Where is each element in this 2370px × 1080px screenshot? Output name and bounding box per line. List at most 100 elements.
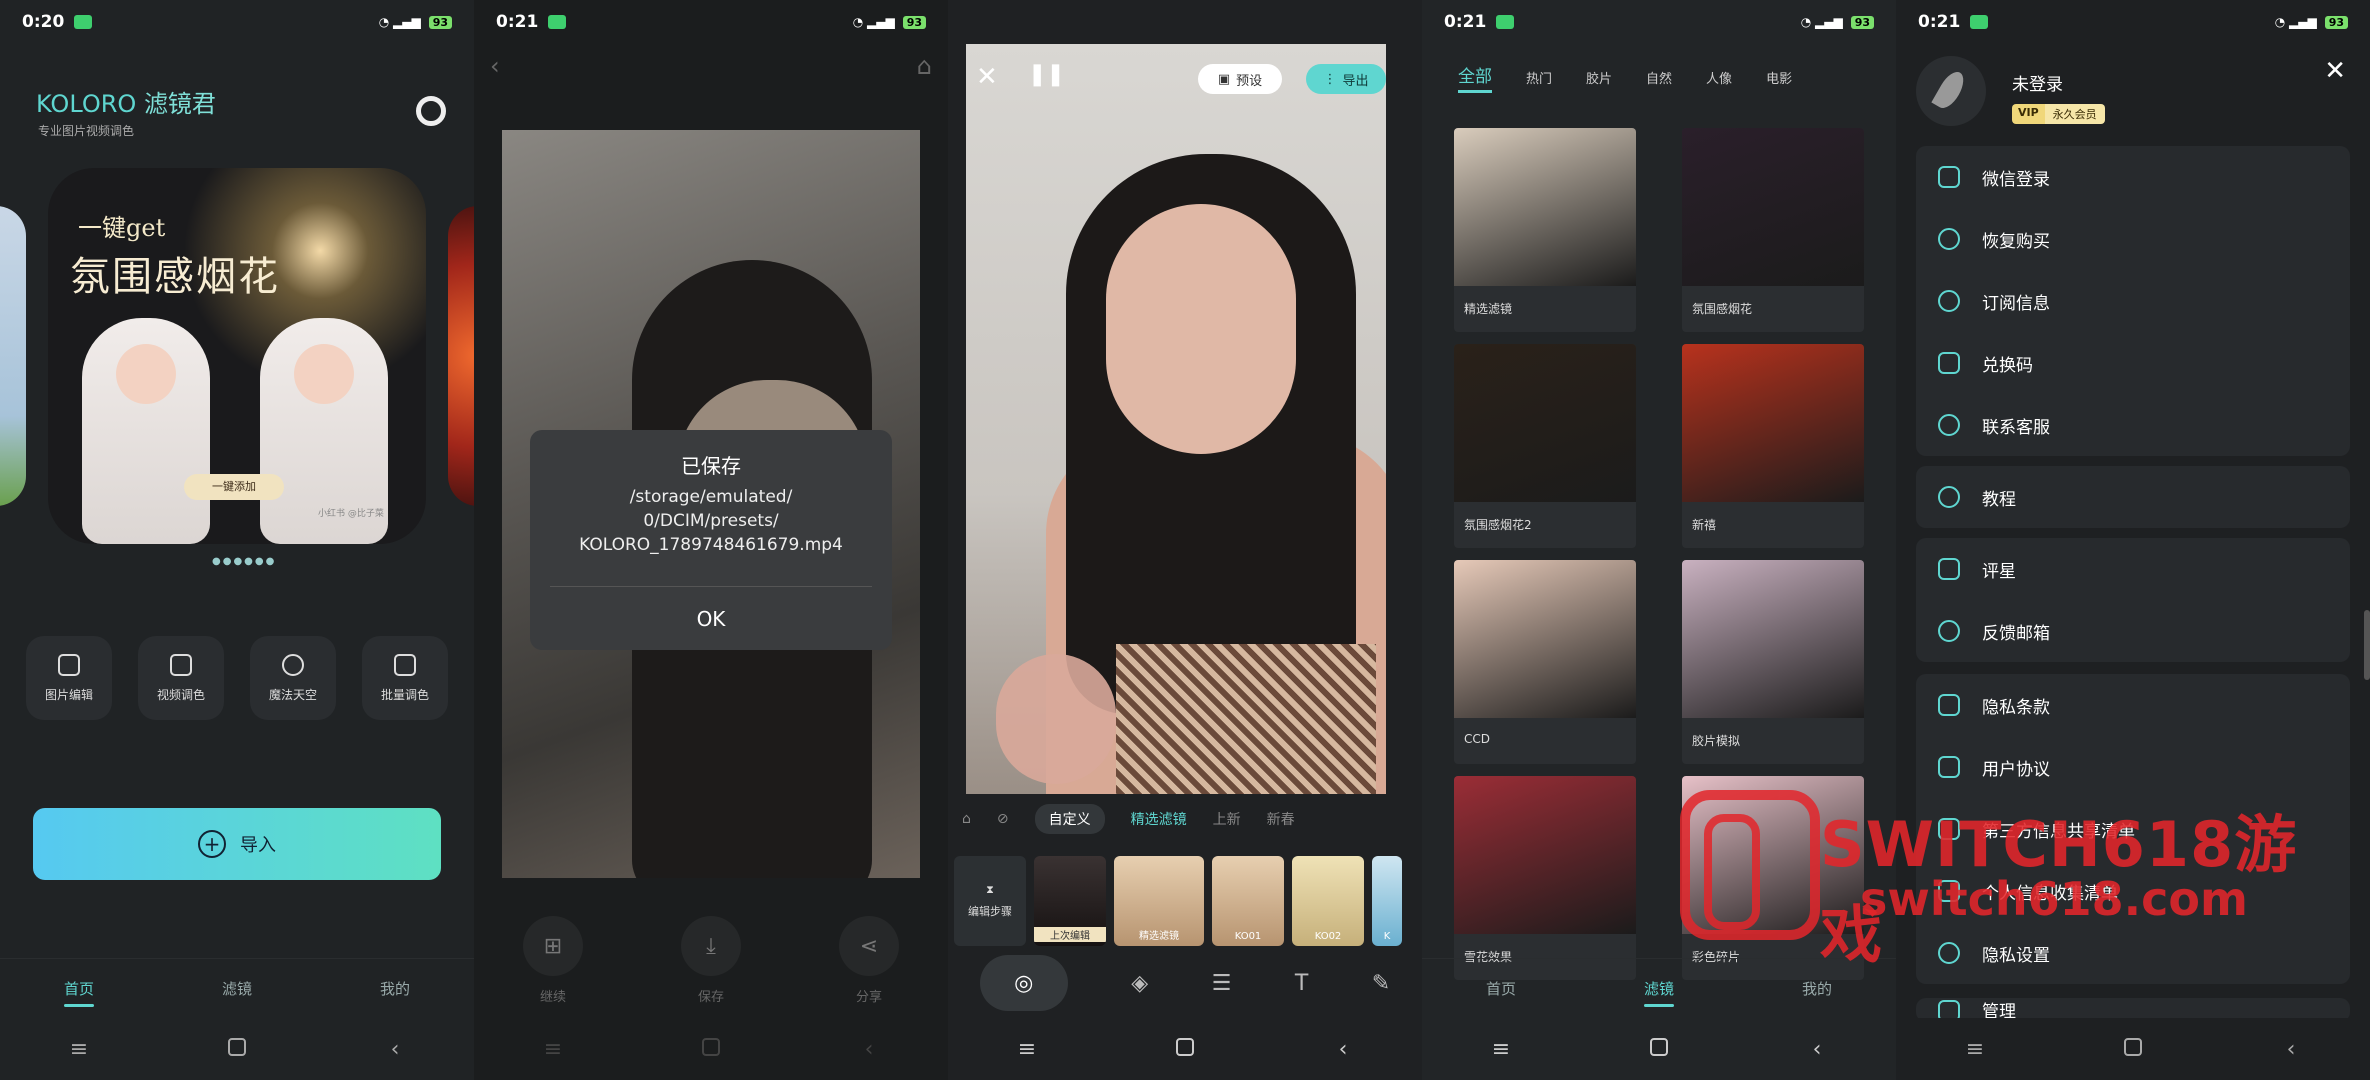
menu-feedback-email[interactable]: 反馈邮箱: [1916, 600, 2350, 662]
layers-icon[interactable]: ◈: [1131, 971, 1148, 996]
back-nav-icon[interactable]: ‹: [1787, 1037, 1847, 1062]
menu-support[interactable]: 联系客服: [1916, 394, 2350, 456]
home-nav-icon[interactable]: [207, 1037, 267, 1062]
banner-next-card[interactable]: [448, 206, 474, 506]
banner-add-button[interactable]: 一键添加: [184, 474, 284, 500]
home-nav-icon[interactable]: [681, 1037, 741, 1062]
store-icon[interactable]: ⌂: [962, 811, 971, 827]
back-nav-icon[interactable]: ‹: [2261, 1037, 2321, 1062]
filter-card[interactable]: 氛围感烟花2: [1454, 344, 1636, 548]
thumb-featured[interactable]: 精选滤镜: [1114, 856, 1204, 946]
category-portrait[interactable]: 人像: [1706, 68, 1732, 87]
dialog-ok-button[interactable]: OK: [550, 586, 872, 650]
status-icons: ◔ ▂▄▆ 93: [853, 15, 926, 29]
tool-magic-sky[interactable]: 魔法天空: [250, 636, 336, 720]
tab-home[interactable]: 首页: [63, 978, 95, 1007]
filter-card[interactable]: 彩色碎片: [1682, 776, 1864, 980]
tab-mine[interactable]: 我的: [380, 978, 410, 999]
menu-restore[interactable]: 恢复购买: [1916, 208, 2350, 270]
filter-card[interactable]: 雪花效果: [1454, 776, 1636, 980]
menu-scrollbar[interactable]: [2364, 610, 2370, 680]
back-nav-icon[interactable]: ‹: [365, 1037, 425, 1062]
export-button[interactable]: ⋮ 导出: [1306, 64, 1386, 94]
menu-third-party[interactable]: 第三方信息共享清单: [1916, 798, 2350, 860]
filter-card[interactable]: CCD: [1454, 560, 1636, 764]
continue-button[interactable]: ⊞ 继续: [523, 916, 583, 1005]
thumb-ko01[interactable]: KO01: [1212, 856, 1284, 946]
tab-new[interactable]: 上新: [1213, 809, 1241, 829]
thumb-k[interactable]: K: [1372, 856, 1402, 946]
text-icon[interactable]: T: [1295, 971, 1308, 996]
tool-batch-grade[interactable]: 批量调色: [362, 636, 448, 720]
filter-card[interactable]: 氛围感烟花: [1682, 128, 1864, 332]
menu-privacy-settings[interactable]: 隐私设置: [1916, 922, 2350, 984]
menu-privacy-terms[interactable]: 隐私条款: [1916, 674, 2350, 736]
video-icon: [170, 653, 192, 676]
promo-banner[interactable]: 一键get 氛围感烟花 一键添加 小红书 @比子菜: [48, 168, 426, 544]
tab-spring[interactable]: 新春: [1267, 809, 1295, 829]
pause-icon[interactable]: ❚❚: [1028, 62, 1065, 87]
menu-nav-icon[interactable]: ≡: [1471, 1037, 1531, 1062]
share-button[interactable]: ⋖ 分享: [839, 916, 899, 1005]
home-nav-icon[interactable]: [1629, 1037, 1689, 1062]
filter-card[interactable]: 精选滤镜: [1454, 128, 1636, 332]
back-nav-icon[interactable]: ‹: [839, 1037, 899, 1062]
filter-card[interactable]: 新禧: [1682, 344, 1864, 548]
thumb-last-edit[interactable]: 上次编辑: [1034, 856, 1106, 946]
import-button[interactable]: + 导入: [33, 808, 441, 880]
tab-filters[interactable]: 滤镜: [1643, 978, 1675, 1007]
tool-video-grade[interactable]: 视频调色: [138, 636, 224, 720]
edit-steps-button[interactable]: ⧗ 编辑步骤: [954, 856, 1026, 946]
tab-mine[interactable]: 我的: [1802, 978, 1832, 999]
notification-icon: [1970, 15, 1989, 29]
preset-button[interactable]: ▣ 预设: [1198, 64, 1282, 94]
tab-custom[interactable]: 自定义: [1034, 804, 1105, 834]
menu-rate[interactable]: 评星: [1916, 538, 2350, 600]
status-time: 0:20: [22, 12, 65, 32]
home-nav-icon[interactable]: [1155, 1037, 1215, 1062]
close-icon[interactable]: ✕: [976, 62, 998, 92]
tab-featured[interactable]: 精选滤镜: [1131, 809, 1187, 829]
username[interactable]: 未登录: [2012, 70, 2063, 95]
menu-nav-icon[interactable]: ≡: [523, 1037, 583, 1062]
category-film[interactable]: 胶片: [1586, 68, 1612, 87]
menu-user-agreement[interactable]: 用户协议: [1916, 736, 2350, 798]
tab-filters[interactable]: 滤镜: [222, 978, 252, 999]
category-nature[interactable]: 自然: [1646, 68, 1672, 87]
banner-prev-card[interactable]: [0, 206, 26, 506]
menu-nav-icon[interactable]: ≡: [49, 1037, 109, 1062]
category-movie[interactable]: 电影: [1766, 68, 1792, 87]
avatar[interactable]: [1916, 56, 1986, 126]
menu-nav-icon[interactable]: ≡: [997, 1037, 1057, 1062]
clipboard-icon: [1938, 756, 1960, 778]
banner-line1: 一键get: [78, 214, 166, 242]
menu-wechat-login[interactable]: 微信登录: [1916, 146, 2350, 208]
tool-photo-edit[interactable]: 图片编辑: [26, 636, 112, 720]
menu-subscription[interactable]: 订阅信息: [1916, 270, 2350, 332]
brush-icon[interactable]: ✎: [1372, 971, 1390, 996]
save-button[interactable]: ⤓ 保存: [681, 916, 741, 1005]
battery-icon: 93: [1850, 15, 1874, 29]
thumb-ko02[interactable]: KO02: [1292, 856, 1364, 946]
bottom-tabbar: 首页 滤镜 我的: [1422, 958, 1896, 1018]
adjust-icon[interactable]: ☰: [1212, 971, 1232, 996]
category-hot[interactable]: 热门: [1526, 68, 1552, 87]
none-icon[interactable]: ⊘: [997, 811, 1009, 827]
back-nav-icon[interactable]: ‹: [1313, 1037, 1373, 1062]
tab-home[interactable]: 首页: [1486, 978, 1516, 999]
menu-nav-icon[interactable]: ≡: [1945, 1037, 2005, 1062]
filter-card[interactable]: 胶片模拟: [1682, 560, 1864, 764]
edit-canvas[interactable]: [966, 44, 1386, 794]
settings-gear-icon[interactable]: [416, 96, 446, 126]
menu-redeem[interactable]: 兑换码: [1916, 332, 2350, 394]
menu-group-legal: 隐私条款 用户协议 第三方信息共享清单 个人信息收集清单 隐私设置: [1916, 674, 2350, 984]
category-all[interactable]: 全部: [1458, 62, 1492, 93]
back-icon[interactable]: ‹: [490, 52, 500, 86]
status-bar: 0:21 ◔ ▂▄▆ 93: [474, 0, 948, 44]
menu-personal-info[interactable]: 个人信息收集清单: [1916, 860, 2350, 922]
home-icon[interactable]: ⌂: [917, 52, 932, 86]
home-nav-icon[interactable]: [2103, 1037, 2163, 1062]
filter-tool-icon[interactable]: ◎: [979, 955, 1068, 1011]
close-icon[interactable]: ✕: [2324, 56, 2346, 86]
menu-tutorial[interactable]: 教程: [1916, 466, 2350, 528]
